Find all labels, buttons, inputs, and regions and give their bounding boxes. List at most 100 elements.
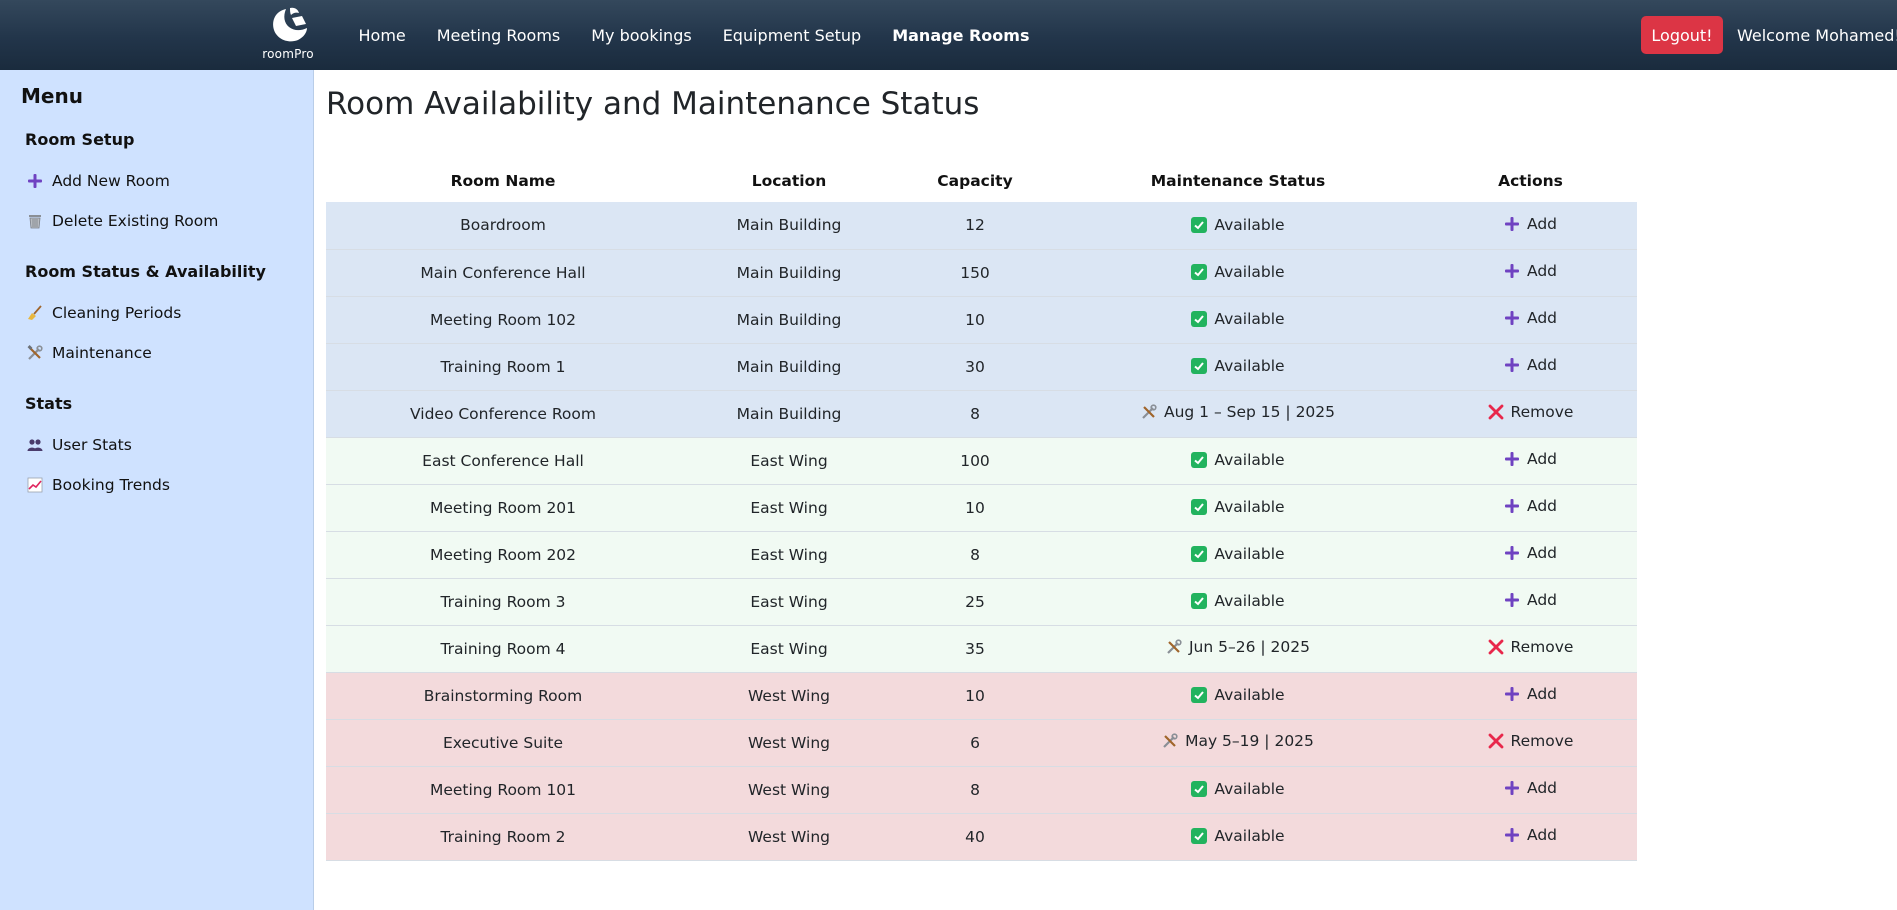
page-title: Room Availability and Maintenance Status <box>326 86 980 122</box>
cell-actions: Add <box>1424 343 1637 391</box>
cell-maintenance-status: Available <box>1052 766 1424 814</box>
add-maintenance-button[interactable]: Add <box>1504 685 1557 703</box>
add-maintenance-button[interactable]: Add <box>1504 215 1557 233</box>
cell-maintenance-status: Available <box>1052 202 1424 250</box>
cell-actions: Add <box>1424 766 1637 814</box>
add-maintenance-button[interactable]: Add <box>1504 262 1557 280</box>
cell-room-name: Training Room 4 <box>326 625 680 673</box>
cell-location: West Wing <box>680 813 898 861</box>
status-text: Available <box>1214 215 1285 234</box>
table-row: Training Room 1 Main Building 30 Available A… <box>326 343 1637 391</box>
status-text: Available <box>1214 357 1285 375</box>
check-icon <box>1191 216 1208 233</box>
status-text: Available <box>1214 780 1285 798</box>
action-label: Remove <box>1510 403 1574 421</box>
action-label: Remove <box>1510 638 1574 656</box>
add-maintenance-button[interactable]: Add <box>1504 450 1557 468</box>
nav-manage-rooms[interactable]: Manage Rooms <box>877 26 1045 45</box>
cell-maintenance-status: Available <box>1052 813 1424 861</box>
status-badge: Available <box>1191 357 1285 375</box>
status-text: Available <box>1214 498 1285 516</box>
cell-capacity: 10 <box>898 484 1052 532</box>
cell-capacity: 100 <box>898 437 1052 485</box>
plus-icon <box>1504 498 1520 514</box>
add-maintenance-button[interactable]: Add <box>1504 591 1557 609</box>
column-header-maintenance-status: Maintenance Status <box>1150 172 1326 190</box>
sidebar-item-cleaning-periods[interactable]: Cleaning Periods <box>26 301 181 325</box>
section-room-status: Room Status & Availability <box>25 262 266 281</box>
cell-location: Main Building <box>680 296 898 344</box>
action-label: Add <box>1526 685 1557 703</box>
nav-home[interactable]: Home <box>343 26 421 45</box>
status-text: May 5–19 | 2025 <box>1185 732 1314 750</box>
status-text: Available <box>1214 592 1285 610</box>
remove-maintenance-button[interactable]: Remove <box>1488 638 1574 656</box>
cell-location: East Wing <box>680 484 898 532</box>
table-row: Boardroom Main Building 12 Available Add <box>326 202 1637 250</box>
status-badge: Available <box>1191 451 1285 469</box>
sidebar-item-label: Delete Existing Room <box>52 212 219 230</box>
action-label: Add <box>1526 779 1557 797</box>
cell-capacity: 10 <box>898 672 1052 720</box>
action-label: Remove <box>1510 732 1574 750</box>
roompro-logo-icon <box>273 7 307 42</box>
plus-icon <box>1504 592 1520 608</box>
add-maintenance-button[interactable]: Add <box>1504 826 1557 844</box>
nav-meeting-rooms[interactable]: Meeting Rooms <box>421 26 576 45</box>
cell-maintenance-status: Aug 1 – Sep 15 | 2025 <box>1052 390 1424 438</box>
sidebar-item-add-new-room[interactable]: Add New Room <box>26 169 170 193</box>
column-header-actions: Actions <box>1498 172 1563 190</box>
sidebar-item-label: Maintenance <box>52 344 152 362</box>
check-icon <box>1191 311 1208 327</box>
check-icon <box>1191 828 1208 844</box>
remove-maintenance-button[interactable]: Remove <box>1488 403 1574 421</box>
cell-location: East Wing <box>680 578 898 626</box>
cell-capacity: 25 <box>898 578 1052 626</box>
close-icon <box>1488 639 1504 655</box>
brand-logo[interactable]: roomPro <box>258 6 318 64</box>
cell-room-name: Meeting Room 101 <box>326 766 680 814</box>
status-badge: Available <box>1191 686 1285 704</box>
cell-maintenance-status: Available <box>1052 343 1424 391</box>
cell-room-name: Executive Suite <box>326 719 680 767</box>
sidebar-item-delete-existing-room[interactable]: Delete Existing Room <box>26 209 218 233</box>
sidebar: Menu Room Setup Add New Room Delete Exis… <box>0 70 314 910</box>
check-icon <box>1191 781 1208 797</box>
add-maintenance-button[interactable]: Add <box>1504 544 1557 562</box>
cell-room-name: Main Conference Hall <box>326 249 680 297</box>
brand-name: roomPro <box>262 47 314 61</box>
add-maintenance-button[interactable]: Add <box>1504 497 1557 515</box>
add-maintenance-button[interactable]: Add <box>1504 309 1557 327</box>
table-row: Training Room 2 West Wing 40 Available Add <box>326 813 1637 861</box>
sidebar-item-user-stats[interactable]: User Stats <box>26 433 132 457</box>
status-text: Available <box>1214 827 1285 845</box>
action-label: Add <box>1526 591 1557 609</box>
remove-maintenance-button[interactable]: Remove <box>1488 732 1574 750</box>
sidebar-item-booking-trends[interactable]: Booking Trends <box>26 473 170 497</box>
cell-maintenance-status: Available <box>1052 437 1424 485</box>
nav-equipment-setup[interactable]: Equipment Setup <box>707 26 877 45</box>
sidebar-item-label: Add New Room <box>52 172 170 190</box>
cell-location: East Wing <box>680 531 898 579</box>
add-maintenance-button[interactable]: Add <box>1504 356 1557 374</box>
status-badge: Available <box>1191 263 1285 281</box>
cell-location: West Wing <box>680 672 898 720</box>
nav-my-bookings[interactable]: My bookings <box>576 26 707 45</box>
status-badge: Available <box>1191 215 1285 234</box>
cell-actions: Remove <box>1424 625 1637 673</box>
status-text: Available <box>1214 310 1285 328</box>
cell-actions: Add <box>1424 249 1637 297</box>
status-badge: May 5–19 | 2025 <box>1162 732 1314 750</box>
cell-maintenance-status: Jun 5–26 | 2025 <box>1052 625 1424 673</box>
cell-room-name: Meeting Room 102 <box>326 296 680 344</box>
table-row: Executive Suite West Wing 6 May 5–19 | 2025… <box>326 719 1637 767</box>
sidebar-item-maintenance[interactable]: Maintenance <box>26 341 152 365</box>
cell-actions: Add <box>1424 202 1637 250</box>
status-badge: Available <box>1191 827 1285 845</box>
logout-button[interactable]: Logout! <box>1641 16 1723 54</box>
table-row: Brainstorming Room West Wing 10 Available Ad… <box>326 672 1637 720</box>
cell-room-name: Training Room 3 <box>326 578 680 626</box>
add-maintenance-button[interactable]: Add <box>1504 779 1557 797</box>
cell-capacity: 40 <box>898 813 1052 861</box>
table-row: Meeting Room 102 Main Building 10 Available… <box>326 296 1637 344</box>
